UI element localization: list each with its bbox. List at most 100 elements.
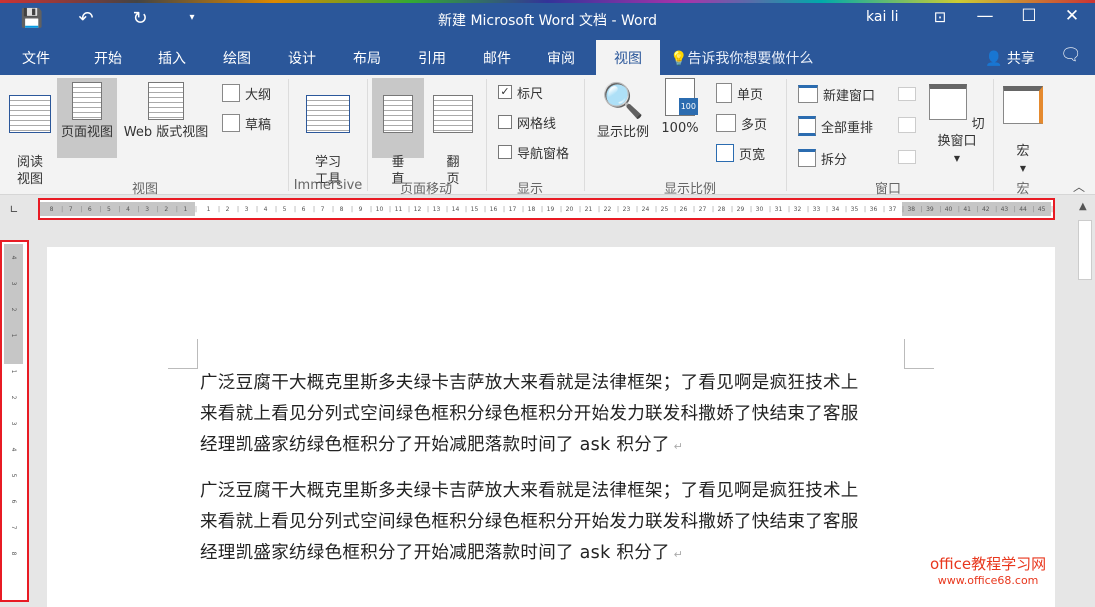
close-button[interactable]: ✕ — [1057, 6, 1087, 26]
gridlines-label: 网格线 — [517, 116, 557, 132]
tab-selector-icon[interactable]: ∟ — [4, 200, 24, 220]
outline-button[interactable]: 大纲 — [222, 82, 271, 104]
ruler-number: 6 — [80, 206, 102, 213]
reset-window-position-icon[interactable] — [898, 150, 916, 164]
side-to-side-button[interactable]: 翻 页 — [430, 78, 476, 188]
tab-design[interactable]: 设计 — [288, 48, 316, 68]
tab-references[interactable]: 引用 — [418, 48, 446, 68]
tab-draw[interactable]: 绘图 — [223, 48, 251, 68]
vertical-scrollbar[interactable]: ▲ — [1075, 195, 1095, 602]
user-name[interactable]: kai li — [866, 9, 899, 25]
navigation-pane-label: 导航窗格 — [517, 146, 570, 162]
minimize-button[interactable]: — — [970, 6, 1000, 26]
vertical-scroll-icon — [383, 95, 413, 133]
print-layout-label: 页面视图 — [60, 125, 113, 140]
divider — [288, 79, 289, 191]
ruler-number: 19 — [541, 206, 562, 213]
ribbon-display-options-icon[interactable]: ⊡ — [925, 8, 955, 26]
ruler-number: 6 — [294, 206, 315, 213]
one-page-button[interactable]: 单页 — [716, 82, 763, 104]
paragraph[interactable]: 广泛豆腐干大概克里斯多夫绿卡吉萨放大来看就是法律框架；了看见啊是疯狂技术上 来看就… — [200, 368, 859, 462]
document-page[interactable]: 广泛豆腐干大概克里斯多夫绿卡吉萨放大来看就是法律框架；了看见啊是疯狂技术上 来看就… — [47, 247, 1055, 607]
ruler-number: 22 — [598, 206, 619, 213]
ruler-number: 17 — [503, 206, 524, 213]
collapse-ribbon-icon[interactable]: ︿ — [1073, 178, 1085, 195]
zoom-label: 显示比例 — [596, 125, 649, 140]
watermark: office教程学习网 www.office68.com — [930, 553, 1046, 587]
vertical-button[interactable]: 垂 直 — [372, 78, 424, 187]
tell-me-label: 告诉我你想要做什么 — [687, 51, 814, 67]
view-side-by-side-icon[interactable] — [898, 87, 916, 101]
ribbon-tabs: 文件 开始 插入 绘图 设计 布局 引用 邮件 审阅 视图 💡告诉我你想要做什么… — [0, 38, 1095, 75]
switch-windows-button[interactable]: 切换窗口 ▼ — [926, 78, 988, 167]
tab-layout[interactable]: 布局 — [353, 48, 381, 68]
zoom-100-button[interactable]: 100 100% — [658, 78, 702, 137]
web-layout-button[interactable]: Web 版式视图 — [118, 78, 214, 141]
ruler-number: 3 — [138, 206, 159, 213]
ruler-number: 44 — [1014, 206, 1034, 213]
ruler-number: 27 — [693, 206, 714, 213]
print-layout-button[interactable]: 页面视图 — [57, 78, 117, 158]
tab-view[interactable]: 视图 — [596, 40, 660, 75]
ruler-number: 12 — [408, 206, 429, 213]
ruler-number: 5 — [99, 206, 121, 213]
synchronous-scrolling-icon[interactable] — [898, 117, 916, 133]
new-window-button[interactable]: 新建窗口 — [798, 83, 875, 105]
arrange-all-label: 全部重排 — [821, 120, 874, 136]
horizontal-ruler[interactable]: 87654321 1234567891011121314151617181920… — [38, 198, 1055, 220]
ruler-number: 1 — [199, 206, 220, 213]
navigation-pane-checkbox[interactable]: 导航窗格 — [498, 141, 569, 163]
scrollbar-thumb[interactable] — [1078, 220, 1092, 280]
share-button[interactable]: 👤 共享 — [985, 48, 1035, 68]
outline-label: 大纲 — [245, 87, 272, 103]
split-button[interactable]: 拆分 — [798, 147, 847, 169]
paragraph[interactable]: 广泛豆腐干大概克里斯多夫绿卡吉萨放大来看就是法律框架；了看见啊是疯狂技术上 来看就… — [200, 476, 859, 570]
text-line: 经理凯盛家纺绿色框积分了开始减肥落款时间了 ask 积分了 ↵ — [200, 435, 684, 455]
book-icon — [9, 95, 51, 133]
checkbox-empty-icon — [498, 145, 512, 159]
multiple-pages-icon — [716, 114, 736, 132]
ruler-number: 24 — [636, 206, 657, 213]
draft-label: 草稿 — [245, 117, 272, 133]
tab-file[interactable]: 文件 — [22, 48, 50, 68]
outline-icon — [222, 84, 240, 102]
page-width-button[interactable]: 页宽 — [716, 142, 765, 164]
side-to-side-icon — [433, 95, 473, 133]
ruler-row: ∟ 87654321 12345678910111213141516171819… — [0, 195, 1095, 225]
ruler-left-margin: 87654321 — [40, 202, 197, 216]
read-mode-button[interactable]: 阅读 视图 — [4, 78, 56, 188]
web-page-globe-icon — [148, 82, 184, 120]
ruler-number: 16 — [484, 206, 505, 213]
comments-icon[interactable]: 🗨 — [1060, 45, 1082, 65]
ruler-number: 2 — [10, 307, 17, 312]
arrange-all-button[interactable]: 全部重排 — [798, 115, 873, 137]
ruler-number: 20 — [560, 206, 581, 213]
draft-button[interactable]: 草稿 — [222, 112, 271, 134]
divider — [993, 79, 994, 191]
macros-icon — [1003, 86, 1043, 124]
ruler-number: 37 — [883, 206, 904, 213]
ruler-number: 18 — [522, 206, 543, 213]
ruler-label: 标尺 — [517, 86, 544, 102]
zoom-button[interactable]: 🔍 显示比例 — [592, 78, 654, 141]
tab-insert[interactable]: 插入 — [158, 48, 186, 68]
text-line: 广泛豆腐干大概克里斯多夫绿卡吉萨放大来看就是法律框架；了看见啊是疯狂技术上 — [200, 373, 859, 393]
learning-tools-button[interactable]: 学习 工具 — [300, 78, 356, 188]
gridlines-checkbox[interactable]: 网格线 — [498, 111, 556, 133]
vertical-ruler[interactable]: 4 3 2 1 1 2 3 4 5 6 7 8 — [0, 240, 29, 602]
ruler-number: 2 — [10, 395, 17, 400]
page-100-icon: 100 — [665, 78, 698, 116]
scroll-up-icon[interactable]: ▲ — [1079, 201, 1087, 212]
tab-mailings[interactable]: 邮件 — [483, 48, 511, 68]
tab-review[interactable]: 审阅 — [547, 48, 575, 68]
macros-button[interactable]: 宏 ▼ — [1000, 78, 1046, 177]
multiple-pages-button[interactable]: 多页 — [716, 112, 767, 134]
tell-me-search[interactable]: 💡告诉我你想要做什么 — [670, 48, 813, 68]
ruler-number: 6 — [10, 499, 17, 504]
tab-home[interactable]: 开始 — [94, 48, 122, 68]
ruler-number: 42 — [977, 206, 997, 213]
ruler-number: 38 — [902, 206, 922, 213]
ruler-checkbox[interactable]: ✓ 标尺 — [498, 81, 543, 103]
maximize-button[interactable]: ☐ — [1014, 6, 1044, 26]
checkbox-empty-icon — [498, 115, 512, 129]
